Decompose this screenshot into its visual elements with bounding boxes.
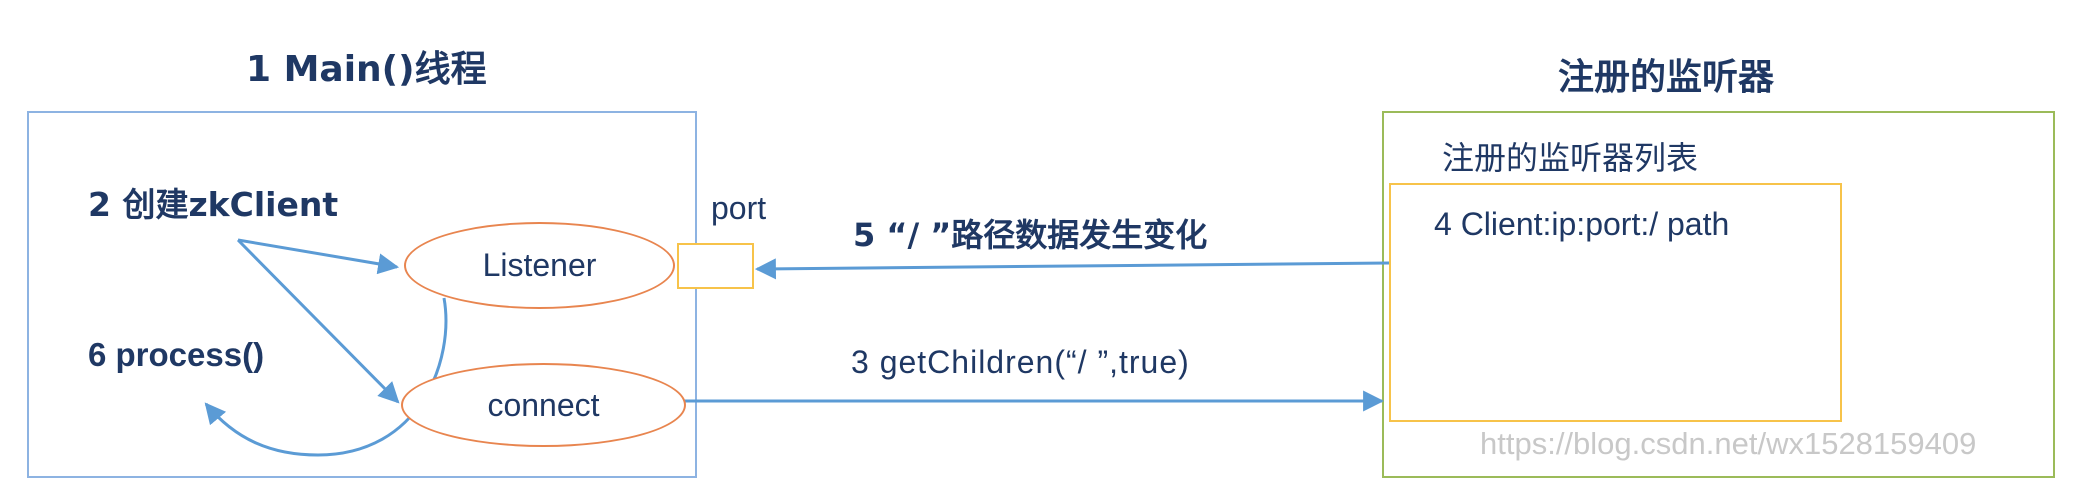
- arrow-data-change: [754, 258, 1390, 280]
- process-label: 6 process(): [88, 336, 265, 373]
- connect-label: connect: [487, 386, 600, 423]
- data-change-label: 5 “/ ”路径数据发生变化: [853, 216, 1208, 254]
- listener-list-title: 注册的监听器列表: [1442, 139, 1699, 177]
- create-client-label: 2 创建zkClient: [88, 185, 339, 224]
- watermark: https://blog.csdn.net/wx1528159409: [1480, 426, 1977, 461]
- arrow-listener-to-process: [204, 297, 448, 457]
- connect-ellipse: connect: [401, 363, 686, 447]
- port-label: port: [711, 190, 767, 226]
- get-children-label: 3 getChildren(“/ ”,true): [851, 344, 1190, 380]
- listener-list-entry: 4 Client:ip:port:/ path: [1434, 206, 1730, 242]
- listener-ellipse: Listener: [404, 222, 675, 309]
- listener-label: Listener: [482, 247, 597, 283]
